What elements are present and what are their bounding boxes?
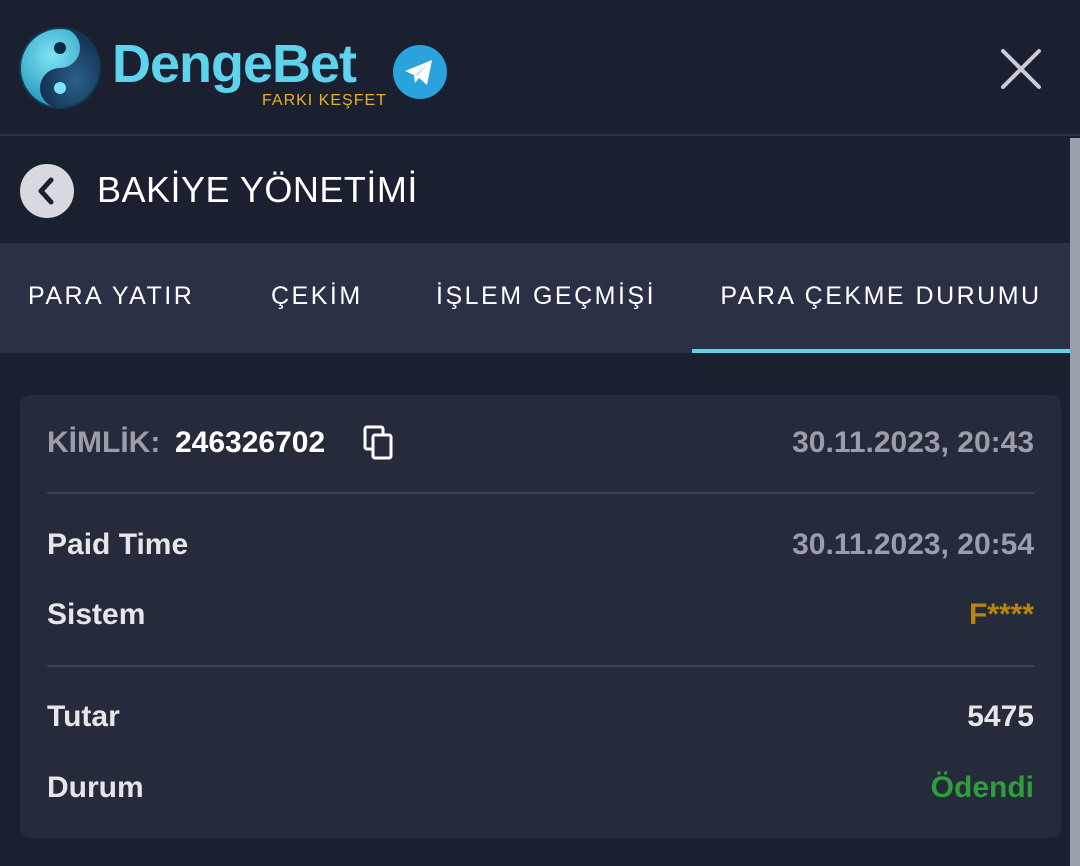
paid-time-label: Paid Time (47, 528, 189, 561)
app-header: DengeBet FARKI KEŞFET (0, 0, 1080, 136)
scrollbar[interactable] (1070, 138, 1080, 866)
chevron-left-icon (38, 177, 54, 205)
tab-para-cekme-durumu[interactable]: PARA ÇEKME DURUMU (692, 243, 1070, 353)
id-value: 246326702 (175, 426, 326, 459)
telegram-icon[interactable] (392, 44, 448, 100)
withdrawal-status-card: KİMLİK: 246326702 30.11.2023, 20:43 Paid… (20, 395, 1061, 838)
page-title-bar: BAKİYE YÖNETİMİ (0, 138, 1068, 242)
id-label: KİMLİK: (47, 426, 161, 459)
back-button[interactable] (20, 164, 74, 218)
paid-time-row: Paid Time 30.11.2023, 20:54 (47, 525, 1034, 565)
paid-time-value: 30.11.2023, 20:54 (792, 528, 1034, 561)
amount-value: 5475 (967, 700, 1034, 733)
system-value: F**** (968, 598, 1034, 631)
amount-row: Tutar 5475 (47, 697, 1034, 737)
brand-name: DengeBet (112, 34, 357, 94)
tab-islem-gecmisi[interactable]: İŞLEM GEÇMİŞİ (436, 243, 656, 349)
yin-yang-ball-icon (19, 27, 101, 109)
system-row: Sistem F**** (47, 595, 1034, 635)
created-date: 30.11.2023, 20:43 (792, 426, 1034, 459)
copy-icon[interactable] (363, 425, 397, 461)
tab-para-yatir[interactable]: PARA YATIR (28, 243, 194, 349)
close-icon[interactable] (992, 40, 1050, 98)
system-label: Sistem (47, 598, 146, 631)
tab-cekim[interactable]: ÇEKİM (271, 243, 363, 349)
status-badge: Ödendi (930, 771, 1034, 804)
divider (47, 492, 1034, 494)
page-title: BAKİYE YÖNETİMİ (97, 169, 418, 210)
amount-label: Tutar (47, 700, 120, 733)
status-label: Durum (47, 771, 144, 804)
id-row: KİMLİK: 246326702 30.11.2023, 20:43 (47, 423, 1034, 463)
brand-tagline: FARKI KEŞFET (262, 92, 387, 109)
tab-bar: PARA YATIR ÇEKİM İŞLEM GEÇMİŞİ PARA ÇEKM… (0, 243, 1080, 353)
status-row: Durum Ödendi (47, 768, 1034, 808)
divider (47, 665, 1034, 667)
